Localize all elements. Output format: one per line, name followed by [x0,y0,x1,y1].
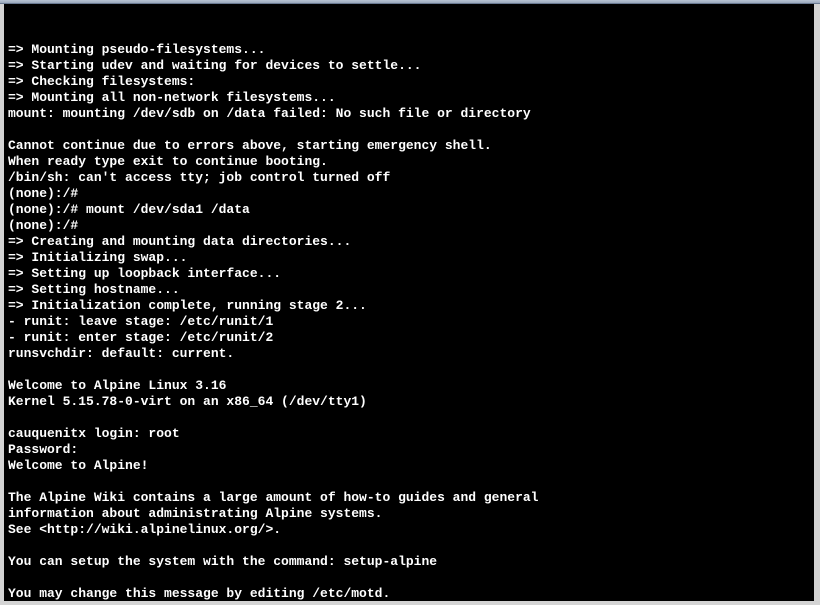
terminal-line: Welcome to Alpine Linux 3.16 [8,378,810,394]
terminal-line [8,362,810,378]
terminal-line: mount: mounting /dev/sdb on /data failed… [8,106,810,122]
terminal-scrollback: => Mounting pseudo-filesystems...=> Star… [8,42,810,601]
terminal-line: (none):/# mount /dev/sda1 /data [8,202,810,218]
terminal-line [8,538,810,554]
terminal-line: See <http://wiki.alpinelinux.org/>. [8,522,810,538]
terminal-line: => Setting hostname... [8,282,810,298]
terminal-line: => Setting up loopback interface... [8,266,810,282]
terminal-line: cauquenitx login: root [8,426,810,442]
terminal-line: => Mounting pseudo-filesystems... [8,42,810,58]
terminal-line: => Initialization complete, running stag… [8,298,810,314]
terminal-line: => Starting udev and waiting for devices… [8,58,810,74]
terminal-line: - runit: leave stage: /etc/runit/1 [8,314,810,330]
terminal-line: /bin/sh: can't access tty; job control t… [8,170,810,186]
terminal-line: information about administrating Alpine … [8,506,810,522]
terminal-line: (none):/# [8,218,810,234]
terminal-line: Password: [8,442,810,458]
terminal-line: Cannot continue due to errors above, sta… [8,138,810,154]
terminal-line [8,122,810,138]
terminal-line [8,474,810,490]
terminal-line [8,570,810,586]
terminal-line: The Alpine Wiki contains a large amount … [8,490,810,506]
terminal-line: When ready type exit to continue booting… [8,154,810,170]
terminal-line: (none):/# [8,186,810,202]
terminal-line: => Initializing swap... [8,250,810,266]
terminal-line: => Checking filesystems: [8,74,810,90]
terminal-line: You may change this message by editing /… [8,586,810,601]
terminal-line: - runit: enter stage: /etc/runit/2 [8,330,810,346]
terminal-line: => Mounting all non-network filesystems.… [8,90,810,106]
terminal-line: runsvchdir: default: current. [8,346,810,362]
terminal-line: You can setup the system with the comman… [8,554,810,570]
terminal-line [8,410,810,426]
terminal-line: => Creating and mounting data directorie… [8,234,810,250]
terminal-line: Kernel 5.15.78-0-virt on an x86_64 (/dev… [8,394,810,410]
terminal-line: Welcome to Alpine! [8,458,810,474]
terminal-window[interactable]: => Mounting pseudo-filesystems...=> Star… [4,4,814,601]
